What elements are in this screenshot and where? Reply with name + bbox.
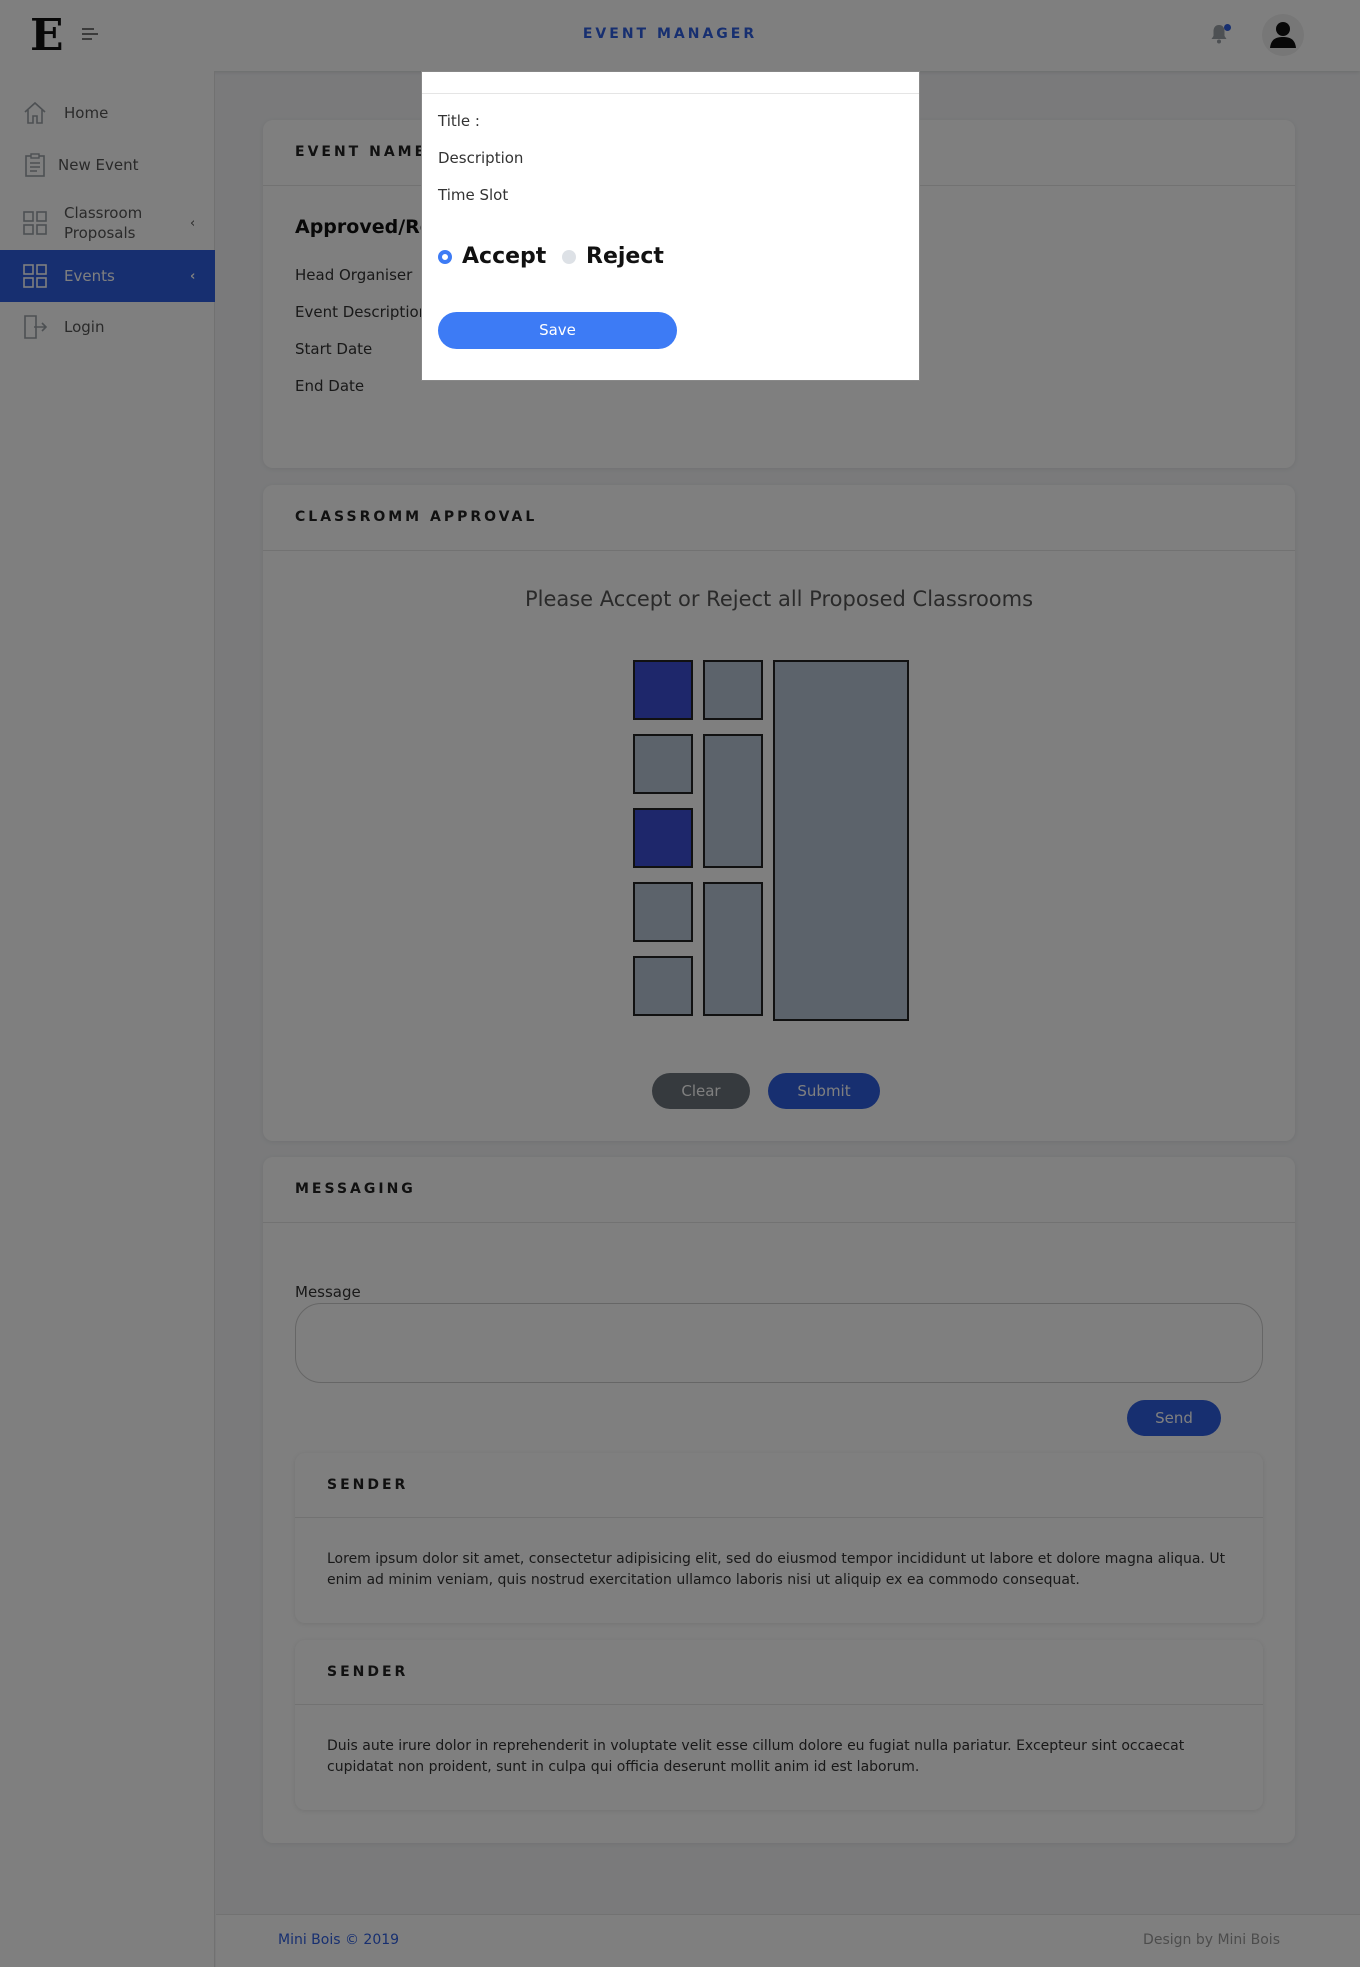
modal-header (422, 72, 919, 94)
radio-unchecked-icon[interactable] (562, 249, 576, 264)
accept-radio[interactable]: Accept (438, 244, 546, 269)
reject-radio[interactable]: Reject (562, 244, 664, 269)
modal-timeslot-label: Time Slot (438, 186, 509, 204)
modal-description-label: Description (438, 149, 524, 167)
radio-checked-icon[interactable] (438, 249, 452, 264)
approval-modal: Title : Description Time Slot Accept Rej… (421, 71, 920, 381)
save-button[interactable]: Save (438, 312, 677, 349)
modal-title-label: Title : (438, 112, 480, 130)
reject-label: Reject (586, 244, 664, 269)
accept-label: Accept (462, 244, 547, 269)
